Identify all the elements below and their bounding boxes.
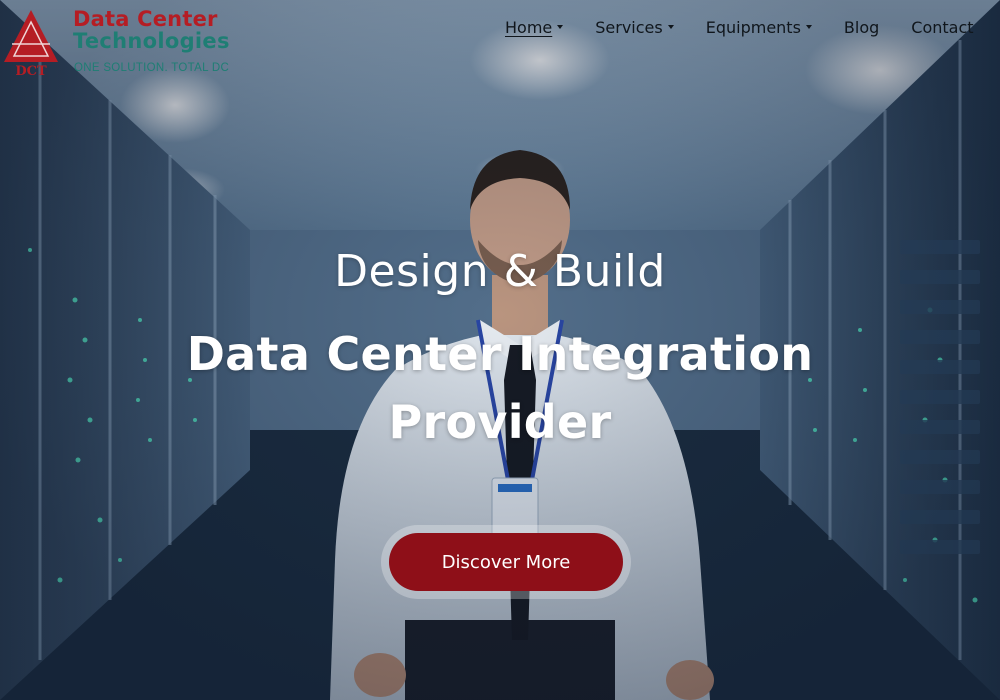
- chevron-down-icon: [667, 25, 674, 29]
- dct-logo-mark-icon: DCT: [4, 10, 58, 76]
- nav-item-contact[interactable]: Contact: [911, 18, 973, 37]
- discover-more-button[interactable]: Discover More: [389, 533, 623, 591]
- chevron-down-icon: [557, 25, 564, 29]
- nav-item-blog[interactable]: Blog: [844, 18, 879, 37]
- nav-item-home[interactable]: Home: [505, 17, 564, 37]
- nav-item-label: Equipments: [705, 17, 801, 37]
- nav-item-label: Home: [505, 17, 553, 37]
- nav-item-label: Services: [595, 17, 663, 37]
- nav-item-label: Contact: [911, 17, 974, 37]
- hero-pre-title: Design & Build: [334, 246, 666, 297]
- site-logo[interactable]: DCT Data Center Technologies ONE SOLUTIO…: [0, 4, 250, 76]
- nav-item-equipments[interactable]: Equipments: [706, 18, 812, 37]
- logo-mark-text: DCT: [15, 64, 47, 76]
- hero-title: Data Center Integration Provider: [186, 327, 814, 449]
- brand-tagline: ONE SOLUTION. TOTAL DC: [74, 62, 230, 74]
- nav-item-label: Blog: [843, 17, 880, 37]
- nav-item-services[interactable]: Services: [595, 17, 674, 37]
- brand-title: Data Center: [73, 7, 218, 31]
- brand-subtitle: Technologies: [73, 29, 230, 53]
- main-nav: Home Services Equipments Blog Contact: [505, 16, 1000, 38]
- chevron-down-icon: [805, 25, 812, 29]
